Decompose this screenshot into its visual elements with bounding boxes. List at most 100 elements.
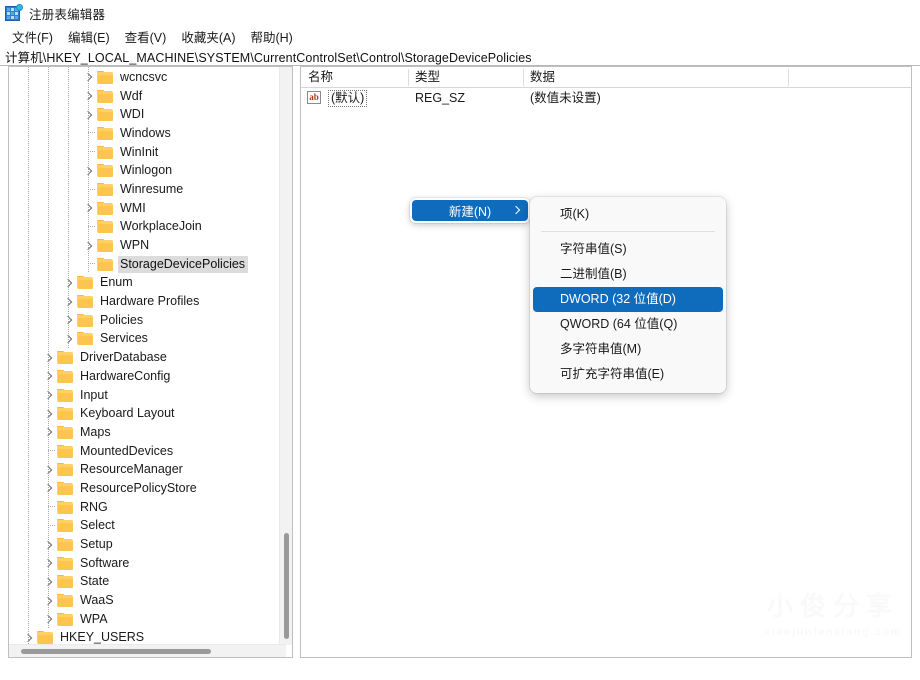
tree-item[interactable]: Setup (9, 535, 286, 554)
expand-chevron-icon[interactable] (41, 592, 57, 610)
tree-item[interactable]: RNG (9, 498, 286, 517)
menu-edit[interactable]: 编辑(E) (62, 25, 119, 48)
column-divider[interactable] (408, 69, 409, 86)
tree-item-label: WaaS (80, 593, 114, 608)
tree-item-label: WMI (120, 200, 146, 215)
expand-chevron-icon[interactable] (41, 536, 57, 554)
tree-horizontal-scrollbar[interactable] (9, 644, 286, 657)
expand-chevron-icon[interactable] (61, 274, 77, 292)
menu-help[interactable]: 帮助(H) (244, 25, 301, 48)
folder-icon (97, 239, 113, 253)
tree-item[interactable]: Windows (9, 124, 286, 143)
tree-item[interactable]: Input (9, 386, 286, 405)
expand-chevron-icon[interactable] (81, 87, 97, 105)
expand-chevron-icon[interactable] (41, 573, 57, 591)
tree-item[interactable]: State (9, 573, 286, 592)
tree-item[interactable]: StorageDevicePolicies (9, 255, 286, 274)
expand-chevron-icon[interactable] (21, 629, 37, 645)
expand-chevron-icon[interactable] (41, 479, 57, 497)
expand-chevron-icon[interactable] (41, 405, 57, 423)
expand-chevron-icon[interactable] (61, 311, 77, 329)
column-divider[interactable] (523, 69, 524, 86)
context-menu-item[interactable]: 可扩充字符串值(E) (533, 362, 723, 387)
expand-chevron-icon[interactable] (41, 610, 57, 628)
tree-item[interactable]: HardwareConfig (9, 367, 286, 386)
expand-chevron-icon[interactable] (41, 423, 57, 441)
menu-view[interactable]: 查看(V) (119, 25, 176, 48)
column-data[interactable]: 数据 (523, 67, 788, 87)
expand-chevron-icon[interactable] (81, 162, 97, 180)
tree-horizontal-scrollbar-thumb[interactable] (21, 649, 211, 654)
expand-chevron-icon[interactable] (81, 68, 97, 86)
folder-icon (77, 276, 93, 290)
chevron-right-icon (511, 205, 521, 215)
expand-chevron-icon[interactable] (61, 293, 77, 311)
tree-vertical-scrollbar-thumb[interactable] (284, 533, 289, 639)
expand-chevron-icon[interactable] (81, 199, 97, 217)
folder-icon (97, 182, 113, 196)
folder-icon (77, 313, 93, 327)
context-menu-new-strip: 新建(N) (410, 198, 530, 223)
tree-item[interactable]: Wdf (9, 87, 286, 106)
context-menu-item[interactable]: DWORD (32 位值(D) (533, 287, 723, 312)
folder-icon (97, 220, 113, 234)
expand-chevron-icon[interactable] (41, 461, 57, 479)
value-name-label: (默认) (328, 90, 368, 107)
tree-item[interactable]: ResourceManager (9, 460, 286, 479)
value-row[interactable]: ab (默认) REG_SZ (数值未设置) (301, 88, 911, 108)
context-menu-item[interactable]: 二进制值(B) (533, 262, 723, 287)
column-type[interactable]: 类型 (408, 67, 523, 87)
context-menu-item-new-label: 新建(N) (448, 205, 492, 219)
tree-item[interactable]: WPN (9, 236, 286, 255)
menu-favorites[interactable]: 收藏夹(A) (175, 25, 244, 48)
context-menu-item-new[interactable]: 新建(N) (412, 200, 528, 221)
tree-item[interactable]: WinInit (9, 143, 286, 162)
expand-chevron-icon[interactable] (41, 386, 57, 404)
expand-chevron-icon[interactable] (61, 330, 77, 348)
tree-item[interactable]: WaaS (9, 591, 286, 610)
tree-vertical-scrollbar[interactable] (279, 67, 292, 645)
tree-item-label: Winresume (120, 181, 184, 196)
address-bar[interactable]: 计算机\HKEY_LOCAL_MACHINE\SYSTEM\CurrentCon… (0, 47, 920, 66)
tree-item[interactable]: Hardware Profiles (9, 292, 286, 311)
expand-chevron-icon[interactable] (41, 554, 57, 572)
tree-item[interactable]: MountedDevices (9, 442, 286, 461)
tree-item-label: Maps (80, 424, 111, 439)
title-bar: 注册表编辑器 (0, 0, 920, 26)
tree-item[interactable]: Keyboard Layout (9, 404, 286, 423)
context-menu-item[interactable]: 字符串值(S) (533, 237, 723, 262)
expand-chevron-icon[interactable] (81, 237, 97, 255)
tree-item[interactable]: Maps (9, 423, 286, 442)
tree-item[interactable]: Software (9, 554, 286, 573)
folder-icon (57, 407, 73, 421)
tree-item[interactable]: DriverDatabase (9, 348, 286, 367)
context-menu-item[interactable]: QWORD (64 位值(Q) (533, 312, 723, 337)
column-name[interactable]: 名称 (301, 67, 408, 87)
context-menu-item[interactable]: 多字符串值(M) (533, 337, 723, 362)
menu-file[interactable]: 文件(F) (6, 25, 62, 48)
tree-item[interactable]: WorkplaceJoin (9, 218, 286, 237)
tree-item[interactable]: Winresume (9, 180, 286, 199)
tree-item[interactable]: Policies (9, 311, 286, 330)
tree-item[interactable]: WMI (9, 199, 286, 218)
column-divider[interactable] (788, 69, 789, 86)
tree-item[interactable]: WPA (9, 610, 286, 629)
tree-indent-guide (88, 67, 89, 273)
expand-chevron-icon[interactable] (41, 367, 57, 385)
tree-item[interactable]: Winlogon (9, 161, 286, 180)
tree-item[interactable]: WDI (9, 105, 286, 124)
tree-item[interactable]: Services (9, 330, 286, 349)
expand-chevron-icon[interactable] (81, 106, 97, 124)
context-menu-item[interactable]: 项(K) (533, 202, 723, 227)
registry-tree-scroll-area: wcncsvc Wdf WDI Windows WinInit Winlogon Winre… (9, 67, 286, 645)
expand-chevron-icon[interactable] (41, 349, 57, 367)
tree-connector (88, 226, 95, 227)
folder-icon (57, 519, 73, 533)
tree-item[interactable]: wcncsvc (9, 68, 286, 87)
tree-item-label: WinInit (120, 144, 159, 159)
tree-item[interactable]: Enum (9, 274, 286, 293)
tree-item[interactable]: HKEY_USERS (9, 629, 286, 645)
tree-item[interactable]: ResourcePolicyStore (9, 479, 286, 498)
